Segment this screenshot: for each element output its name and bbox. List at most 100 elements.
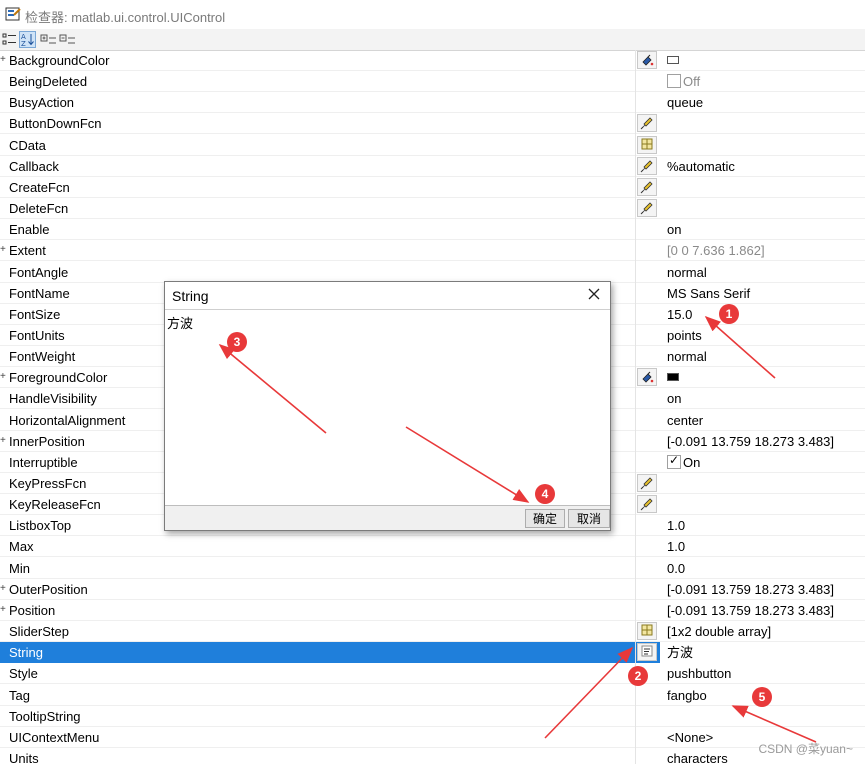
property-row-tag[interactable]: Tag fangbo [0,685,865,706]
property-name: Enable [9,222,50,238]
property-name: InnerPosition [9,433,85,449]
property-name: ForegroundColor [9,370,108,386]
property-row-uicontextmenu[interactable]: UIContextMenu <None> [0,727,865,748]
property-value[interactable]: normal [667,265,707,280]
annotation-badge-2: 2 [628,666,648,686]
property-name: Min [9,560,30,576]
edit-editor-icon[interactable] [637,495,657,514]
property-row-deletefcn[interactable]: DeleteFcn [0,198,865,220]
property-value[interactable] [667,53,679,68]
cancel-button[interactable]: 取消 [568,509,610,528]
categorized-view-icon[interactable] [1,31,18,48]
grid-editor-icon[interactable] [637,622,657,641]
expand-icon[interactable]: + [0,55,8,65]
property-value[interactable]: [0 0 7.636 1.862] [667,243,765,258]
dialog-title: String [172,288,209,304]
collapse-all-icon[interactable] [59,31,76,48]
color-editor-icon[interactable] [637,51,657,69]
edit-editor-icon[interactable] [637,199,657,218]
inspector-app-icon [5,6,21,22]
edit-editor-icon[interactable] [637,114,657,133]
property-value[interactable]: 0.0 [667,561,685,576]
property-value[interactable]: pushbutton [667,666,731,681]
property-name: TooltipString [9,708,81,724]
title-bar: 检查器: matlab.ui.control.UIControl [0,0,865,30]
checkbox-icon[interactable] [667,74,681,89]
annotation-badge-4: 4 [535,484,555,504]
sort-alphabetical-icon[interactable]: A Z [19,31,36,48]
edit-editor-icon[interactable] [637,474,657,492]
property-name: Tag [9,687,30,703]
property-value[interactable]: on [667,391,681,406]
property-row-style[interactable]: Style pushbutton [0,663,865,685]
checkbox-icon[interactable] [667,453,681,469]
property-row-outerposition[interactable]: + OuterPosition [-0.091 13.759 18.273 3.48… [0,579,865,600]
expand-icon[interactable]: + [0,583,8,594]
property-name: Max [9,539,34,555]
property-row-min[interactable]: Min 0.0 [0,558,865,579]
property-value[interactable]: center [667,413,703,428]
property-value[interactable]: 方波 [660,642,865,664]
property-value[interactable]: fangbo [667,688,707,703]
property-row-beingdeleted[interactable]: BeingDeleted Off [0,71,865,93]
list-editor-icon[interactable] [637,643,657,662]
ok-button[interactable]: 确定 [525,509,565,528]
property-value[interactable]: on [667,222,681,237]
close-icon[interactable] [586,286,602,302]
property-row-string[interactable]: String 方波 [0,642,865,664]
expand-all-icon[interactable] [40,31,57,48]
property-row-enable[interactable]: Enable on [0,219,865,241]
property-value[interactable]: [1x2 double array] [667,624,771,639]
property-value[interactable]: MS Sans Serif [667,286,750,301]
grid-editor-icon[interactable] [637,135,657,154]
property-name: BeingDeleted [9,74,88,90]
property-name: Extent [9,243,46,259]
property-row-sliderstep[interactable]: SliderStep [1x2 double array] [0,621,865,643]
property-value[interactable]: Off [667,74,700,89]
property-value[interactable]: normal [667,349,707,364]
property-value[interactable]: queue [667,95,703,110]
property-value[interactable]: points [667,328,702,343]
property-row-max[interactable]: Max 1.0 [0,536,865,558]
property-name: FontAngle [9,264,69,280]
property-row-buttondownfcn[interactable]: ButtonDownFcn [0,113,865,135]
property-value[interactable]: 1.0 [667,518,685,533]
property-value[interactable]: [-0.091 13.759 18.273 3.483] [667,603,834,618]
property-name: ListboxTop [9,518,72,534]
property-value[interactable]: characters [667,751,728,764]
property-value[interactable]: On [667,453,700,470]
column-divider[interactable] [635,50,636,764]
expand-icon[interactable]: + [0,435,8,446]
property-value[interactable]: 1.0 [667,539,685,554]
property-row-fontangle[interactable]: FontAngle normal [0,262,865,283]
property-value[interactable]: <None> [667,730,713,745]
dialog-footer: 确定 取消 [165,506,610,530]
property-value[interactable]: [-0.091 13.759 18.273 3.483] [667,582,834,597]
property-name: CreateFcn [9,179,70,195]
annotation-badge-1: 1 [719,304,739,324]
property-name: CData [9,137,46,153]
property-name: DeleteFcn [9,201,69,217]
property-value[interactable]: 15.0 [667,307,692,322]
property-row-extent[interactable]: + Extent [0 0 7.636 1.862] [0,240,865,262]
property-row-callback[interactable]: Callback %automatic [0,156,865,177]
expand-icon[interactable]: + [0,372,8,382]
property-row-units[interactable]: Units characters [0,748,865,764]
property-row-busyaction[interactable]: BusyAction queue [0,92,865,114]
property-row-position[interactable]: + Position [-0.091 13.759 18.273 3.483] [0,600,865,621]
property-row-createfcn[interactable]: CreateFcn [0,177,865,198]
property-name: Style [9,666,38,682]
expand-icon[interactable]: + [0,604,8,615]
property-row-cdata[interactable]: CData [0,135,865,156]
property-value[interactable]: [-0.091 13.759 18.273 3.483] [667,434,834,449]
color-swatch-icon [667,56,679,64]
property-value[interactable] [667,370,679,385]
property-value[interactable]: %automatic [667,159,735,174]
edit-editor-icon[interactable] [637,156,657,175]
property-row-tooltipstring[interactable]: TooltipString [0,706,865,727]
property-row-backgroundcolor[interactable]: + BackgroundColor [0,50,865,71]
property-name: Interruptible [9,454,78,470]
edit-editor-icon[interactable] [637,177,657,196]
color-editor-icon[interactable] [637,368,657,387]
expand-icon[interactable]: + [0,245,8,255]
